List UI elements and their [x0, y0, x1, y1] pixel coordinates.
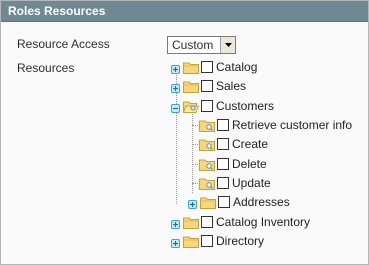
folder-icon	[183, 235, 199, 248]
resource-checkbox[interactable]	[217, 177, 229, 189]
resource-checkbox[interactable]	[201, 216, 213, 228]
expand-icon[interactable]	[188, 198, 197, 209]
tree-node-label: Retrieve customer info	[232, 118, 353, 132]
tree-node[interactable]: Customers	[171, 97, 274, 115]
folder-icon	[183, 80, 199, 93]
resource-tree: Catalog Sales Customers Retrieve customer i…	[1, 22, 368, 264]
tree-connector	[192, 144, 198, 145]
tree-node[interactable]: Catalog	[171, 58, 257, 76]
folder-icon	[199, 138, 215, 151]
folder-icon	[183, 61, 199, 74]
resource-checkbox[interactable]	[201, 100, 213, 112]
tree-node[interactable]: Retrieve customer info	[199, 116, 352, 134]
tree-connector	[192, 183, 198, 184]
tree-connector	[192, 125, 198, 126]
expand-icon[interactable]	[171, 82, 180, 93]
collapse-icon[interactable]	[171, 102, 180, 113]
tree-node-label: Directory	[216, 234, 265, 248]
folder-icon	[199, 177, 215, 190]
folder-icon	[199, 119, 215, 132]
roles-resources-panel: Roles Resources Resource Access Resource…	[0, 0, 369, 265]
tree-connector	[192, 164, 198, 165]
tree-node[interactable]: Update	[199, 174, 271, 192]
tree-node-label: Sales	[216, 79, 247, 93]
resource-checkbox[interactable]	[217, 158, 229, 170]
expand-icon[interactable]	[171, 63, 180, 74]
expand-icon[interactable]	[171, 237, 180, 248]
panel-title: Roles Resources	[1, 1, 368, 22]
tree-node-label: Catalog Inventory	[216, 215, 311, 229]
tree-node[interactable]: Directory	[171, 232, 264, 250]
resource-checkbox[interactable]	[217, 138, 229, 150]
folder-icon	[182, 100, 200, 113]
tree-node-label: Update	[232, 176, 271, 190]
folder-icon	[183, 216, 199, 229]
tree-node[interactable]: Delete	[199, 155, 267, 173]
tree-node[interactable]: Sales	[171, 77, 246, 95]
resource-checkbox[interactable]	[201, 235, 213, 247]
tree-node[interactable]: Catalog Inventory	[171, 213, 310, 231]
tree-node[interactable]: Create	[199, 135, 268, 153]
resource-checkbox[interactable]	[218, 196, 230, 208]
tree-node-label: Customers	[216, 99, 275, 113]
resource-checkbox[interactable]	[201, 80, 213, 92]
resource-checkbox[interactable]	[217, 119, 229, 131]
tree-node[interactable]: Addresses	[188, 193, 290, 211]
tree-node-label: Addresses	[233, 195, 290, 209]
tree-node-label: Delete	[232, 157, 267, 171]
folder-icon	[200, 196, 216, 209]
resource-checkbox[interactable]	[201, 61, 213, 73]
panel-body: Resource Access Resources Custom Catalog…	[1, 22, 368, 264]
tree-node-label: Create	[232, 137, 269, 151]
tree-node-label: Catalog	[216, 60, 258, 74]
expand-icon[interactable]	[171, 218, 180, 229]
folder-icon	[199, 158, 215, 171]
